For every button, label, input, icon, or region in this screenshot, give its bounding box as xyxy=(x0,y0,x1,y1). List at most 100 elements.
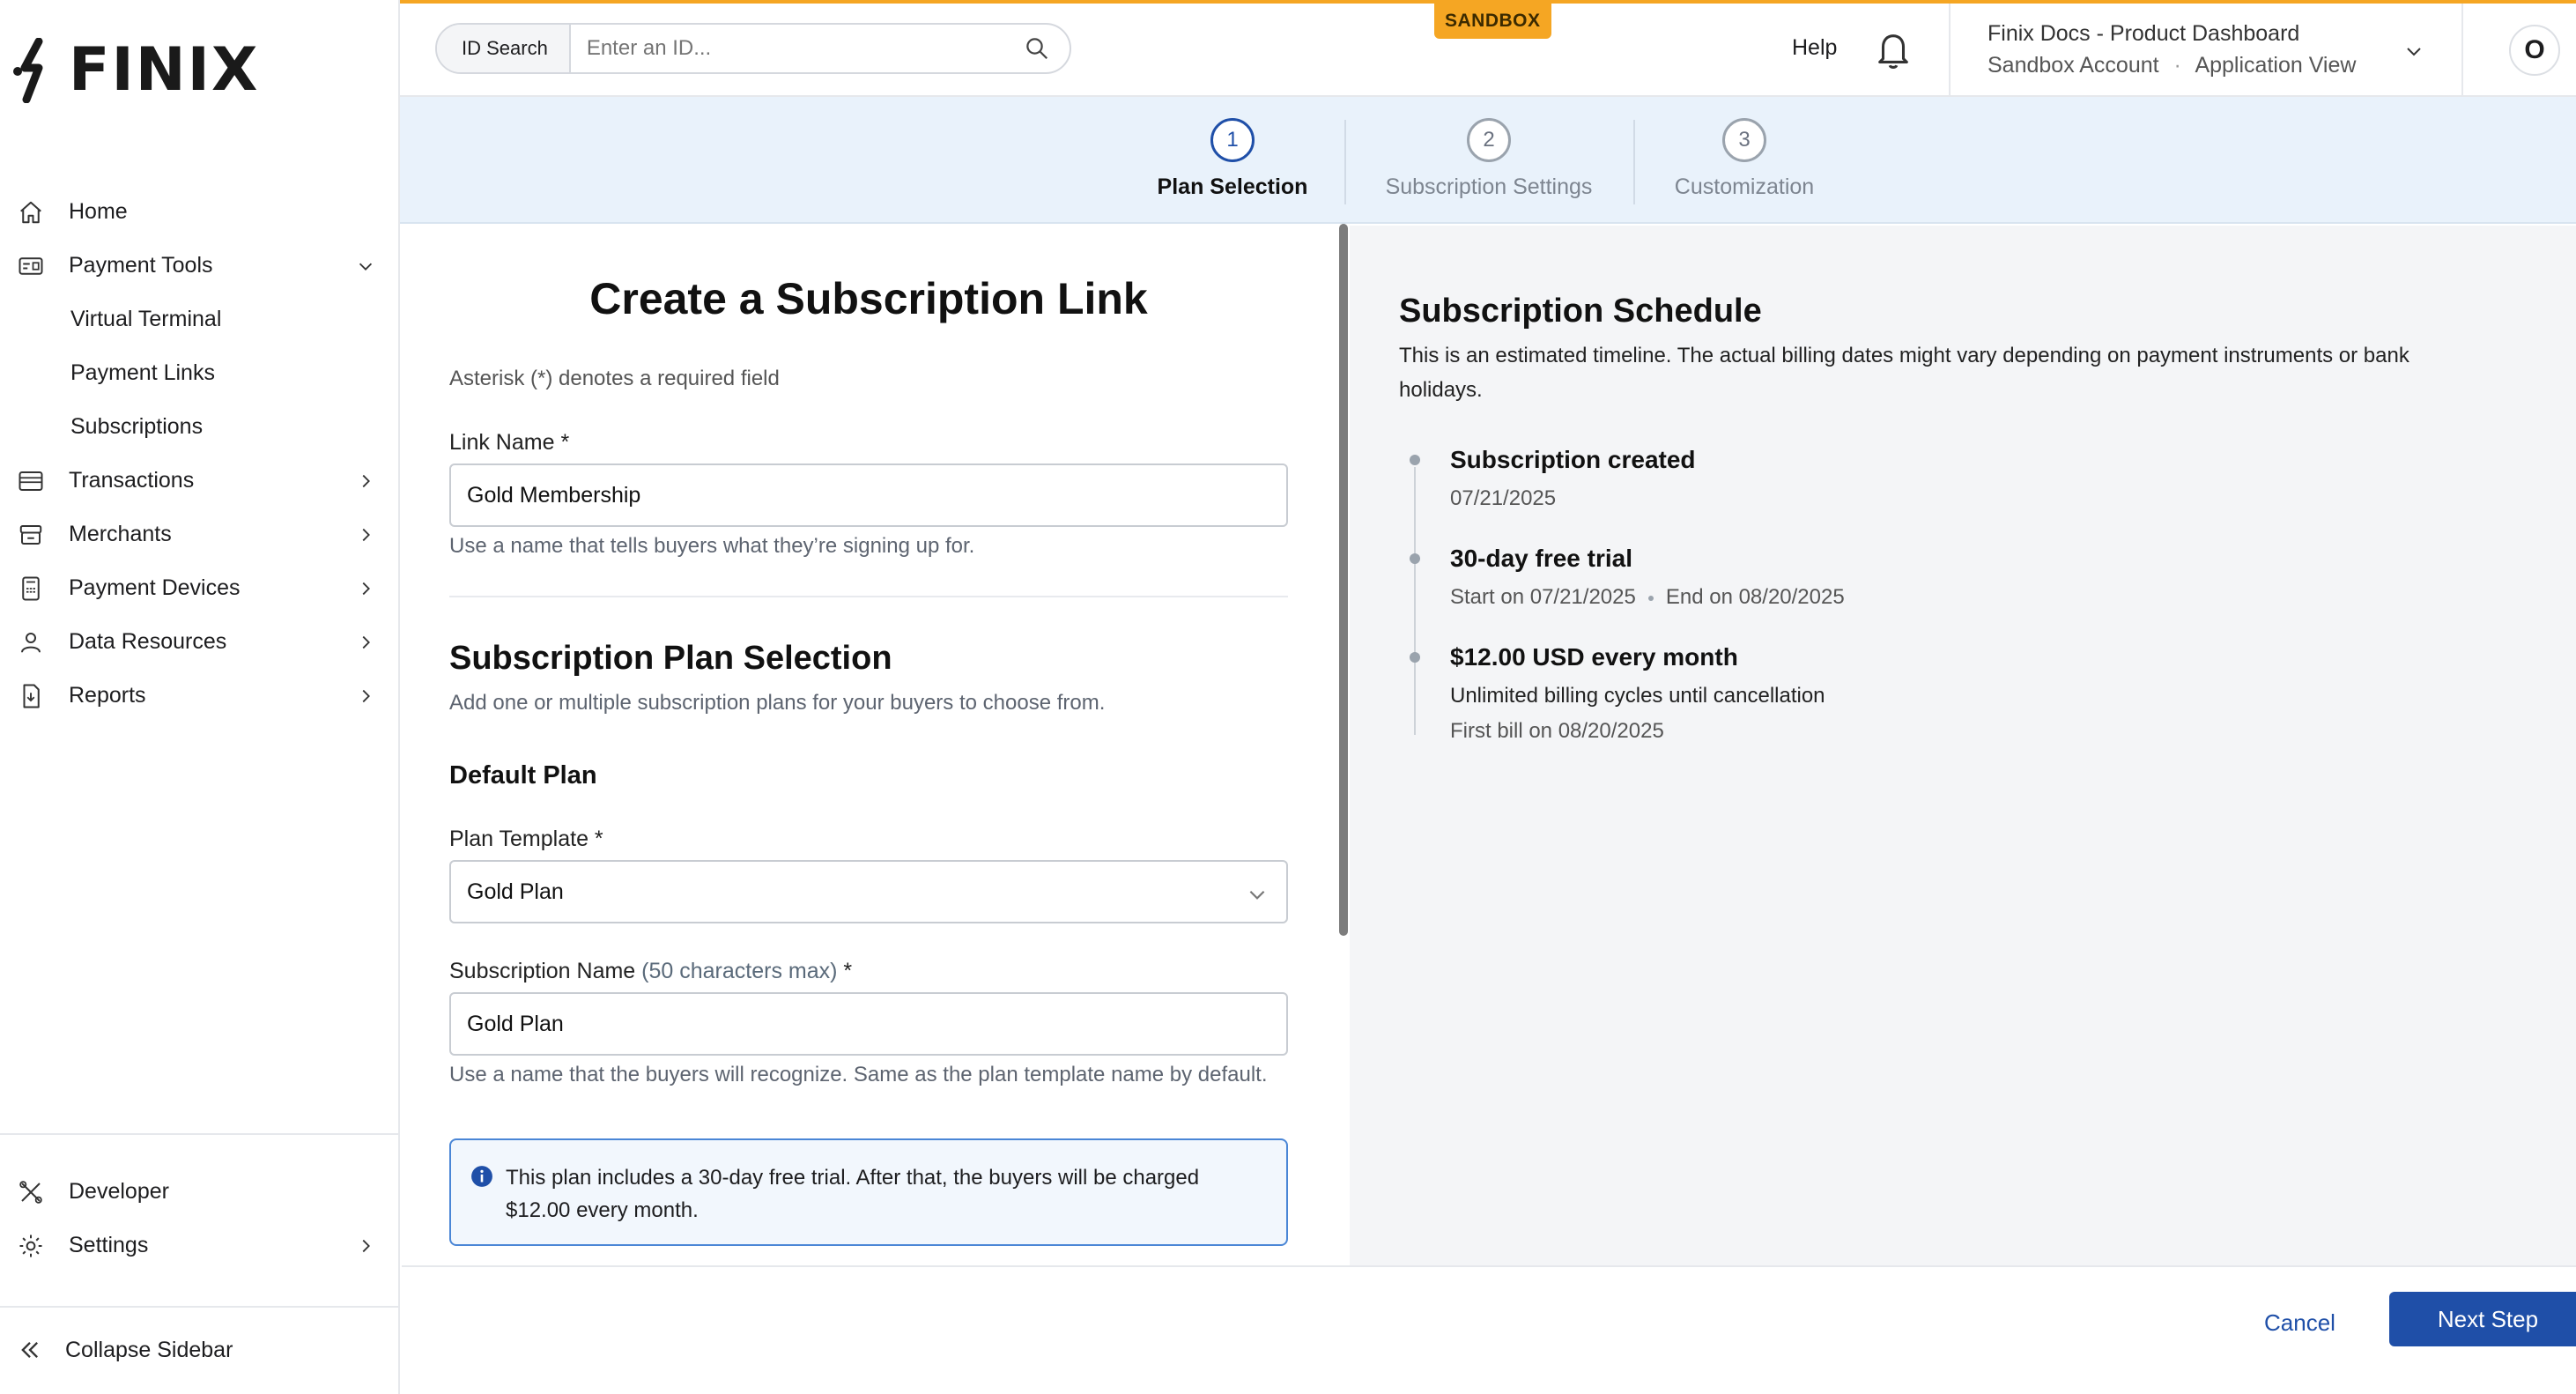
chevron-down-icon xyxy=(1249,890,1265,900)
dot-separator xyxy=(1647,595,1654,601)
chevron-right-icon xyxy=(362,689,370,702)
merchants-icon xyxy=(19,524,42,545)
sidebar-item-home[interactable]: Home xyxy=(0,185,398,239)
sidebar-item-payment-links[interactable]: Payment Links xyxy=(0,346,398,400)
account-view-name: Application View xyxy=(2195,53,2357,78)
gear-icon xyxy=(19,1235,42,1257)
timeline-dot xyxy=(1410,455,1420,465)
sidebar-divider xyxy=(0,1133,400,1135)
subscription-schedule-panel: Subscription Schedule This is an estimat… xyxy=(1350,226,2576,1265)
chevrons-left-icon xyxy=(21,1342,38,1358)
plan-section-title: Subscription Plan Selection xyxy=(449,640,892,677)
home-icon xyxy=(20,201,41,223)
free-trial-info-box: This plan includes a 30-day free trial. … xyxy=(449,1138,1288,1246)
sidebar-item-subscriptions[interactable]: Subscriptions xyxy=(0,400,398,454)
link-name-help: Use a name that tells buyers what they’r… xyxy=(449,534,975,558)
timeline-dot xyxy=(1410,652,1420,663)
account-view: Sandbox Account · Application View xyxy=(1988,53,2356,78)
timeline-event-title: $12.00 USD every month xyxy=(1450,643,1738,671)
sidebar-item-reports[interactable]: Reports xyxy=(0,669,398,723)
id-search-input[interactable] xyxy=(570,25,1024,72)
step-label: Subscription Settings xyxy=(1385,174,1593,199)
cancel-button[interactable]: Cancel xyxy=(2264,1309,2335,1337)
plan-template-select[interactable]: Gold Plan xyxy=(449,860,1288,923)
form-footer: Cancel Next Step xyxy=(402,1265,2576,1394)
step-subscription-settings[interactable]: 2 Subscription Settings xyxy=(1361,118,1617,200)
timeline-dot xyxy=(1410,553,1420,564)
section-divider xyxy=(449,596,1288,597)
required-asterisk: * xyxy=(843,959,853,983)
chevron-right-icon xyxy=(362,528,370,541)
account-separator: · xyxy=(2173,53,2181,78)
plan-section-description: Add one or multiple subscription plans f… xyxy=(449,691,1106,715)
subscription-name-label: Subscription Name (50 characters max) * xyxy=(449,959,852,984)
chevron-right-icon xyxy=(362,474,370,487)
sidebar-item-developer[interactable]: Developer xyxy=(0,1165,398,1219)
sidebar-item-payment-devices[interactable]: Payment Devices xyxy=(0,561,398,615)
sidebar-item-settings[interactable]: Settings xyxy=(0,1219,398,1272)
schedule-title: Subscription Schedule xyxy=(1399,293,1762,330)
search-icon[interactable] xyxy=(1024,35,1050,62)
timeline-event-detail: Unlimited billing cycles until cancellat… xyxy=(1450,684,1825,708)
chevron-right-icon xyxy=(362,1239,370,1252)
sidebar-item-payment-tools[interactable]: Payment Tools xyxy=(0,239,398,293)
finix-logo[interactable]: FINIX xyxy=(12,35,259,105)
sidebar-item-label: Virtual Terminal xyxy=(70,307,222,331)
step-divider xyxy=(1344,120,1346,204)
id-search: ID Search xyxy=(435,23,1071,74)
trial-end: End on 08/20/2025 xyxy=(1665,585,1845,609)
subscription-form: Create a Subscription Link Asterisk (*) … xyxy=(402,226,1350,1265)
payment-devices-icon xyxy=(22,576,40,600)
sidebar-item-data-resources[interactable]: Data Resources xyxy=(0,615,398,669)
info-icon xyxy=(471,1166,492,1187)
trial-start: Start on 07/21/2025 xyxy=(1450,585,1636,609)
timeline-event-title: Subscription created xyxy=(1450,446,1696,473)
bell-icon[interactable] xyxy=(1873,28,1913,72)
step-number: 1 xyxy=(1210,118,1255,162)
link-name-input[interactable]: Gold Membership xyxy=(449,463,1288,527)
timeline-line xyxy=(1414,467,1416,735)
step-number: 2 xyxy=(1467,118,1511,162)
next-step-button[interactable]: Next Step xyxy=(2389,1292,2576,1346)
step-label: Plan Selection xyxy=(1157,174,1308,199)
default-plan-title: Default Plan xyxy=(449,761,597,790)
subscription-name-help: Use a name that the buyers will recogniz… xyxy=(449,1063,1268,1086)
developer-icon xyxy=(19,1180,42,1204)
step-plan-selection[interactable]: 1 Plan Selection xyxy=(1105,118,1360,200)
data-resources-icon xyxy=(21,632,41,653)
form-scrollbar[interactable] xyxy=(1339,224,1348,936)
reports-icon xyxy=(23,684,40,708)
sidebar-divider xyxy=(0,1306,400,1308)
sidebar-bottom-nav: Developer Settings xyxy=(0,1165,398,1272)
link-name-label: Link Name * xyxy=(449,430,570,455)
link-name-value: Gold Membership xyxy=(467,482,641,508)
id-search-label[interactable]: ID Search xyxy=(437,25,571,72)
timeline-event-dates: Start on 07/21/2025 End on 08/20/2025 xyxy=(1450,585,1845,610)
sidebar-item-label: Payment Links xyxy=(70,360,215,385)
account-switcher[interactable]: Finix Docs - Product Dashboard Sandbox A… xyxy=(1949,4,2463,97)
plan-template-label: Plan Template * xyxy=(449,827,603,851)
sidebar-item-virtual-terminal[interactable]: Virtual Terminal xyxy=(0,293,398,346)
step-label: Customization xyxy=(1674,174,1815,199)
sandbox-badge: SANDBOX xyxy=(1434,4,1551,39)
sidebar-item-label: Payment Tools xyxy=(69,253,213,278)
collapse-sidebar-button[interactable]: Collapse Sidebar xyxy=(0,1324,398,1376)
subscription-name-input[interactable]: Gold Plan xyxy=(449,992,1288,1056)
top-header: ID Search SANDBOX Help Finix Docs - Prod… xyxy=(400,0,2576,97)
sidebar-item-label: Subscriptions xyxy=(70,414,204,439)
sidebar-item-label: Data Resources xyxy=(69,629,227,654)
sidebar-item-merchants[interactable]: Merchants xyxy=(0,508,398,561)
sidebar-item-label: Developer xyxy=(69,1179,169,1204)
avatar[interactable]: O xyxy=(2509,25,2560,76)
schedule-description: This is an estimated timeline. The actua… xyxy=(1399,344,2409,402)
payment-tools-icon xyxy=(19,256,43,275)
chevron-down-icon xyxy=(2407,48,2421,56)
step-number: 3 xyxy=(1722,118,1766,162)
step-customization[interactable]: 3 Customization xyxy=(1617,118,1872,200)
timeline-event-date: 07/21/2025 xyxy=(1450,486,1557,510)
finix-logo-icon xyxy=(13,37,43,103)
help-link[interactable]: Help xyxy=(1792,35,1837,61)
subscription-name-label-text: Subscription Name xyxy=(449,959,636,983)
sidebar-item-label: Reports xyxy=(69,683,146,708)
sidebar-item-transactions[interactable]: Transactions xyxy=(0,454,398,508)
